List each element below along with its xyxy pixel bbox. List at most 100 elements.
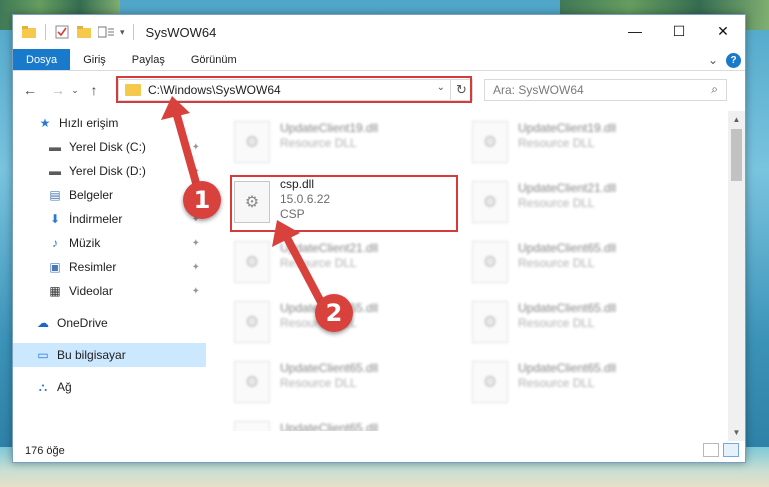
file-item[interactable]: ⚙ UpdateClient65.dllResource DLL: [466, 295, 686, 351]
dll-file-icon: ⚙: [472, 181, 508, 223]
ribbon-tabs: Dosya Giriş Paylaş Görünüm ⌄ ?: [13, 49, 745, 71]
sidebar-item-onedrive[interactable]: ☁ OneDrive: [13, 311, 206, 335]
file-name: UpdateClient65.dll: [518, 241, 617, 255]
sidebar-item-label: Hızlı erişim: [59, 116, 119, 130]
file-type: Resource DLL: [518, 316, 595, 330]
file-name: UpdateClient21.dll: [280, 241, 379, 255]
divider: [45, 24, 46, 40]
item-count: 176 öğe: [25, 445, 65, 457]
explorer-window: ▾ SysWOW64 — ☐ ✕ Dosya Giriş Paylaş Görü…: [12, 14, 746, 463]
dll-file-icon: ⚙: [234, 121, 270, 163]
sidebar-item-label: Videolar: [69, 284, 113, 298]
scroll-down-icon[interactable]: ▼: [728, 424, 745, 441]
address-row: ← → ⌄ ↑ C:\Windows\SysWOW64 ⌄ ↻ Ara: Sys…: [13, 71, 745, 109]
search-input[interactable]: Ara: SysWOW64 ⌕: [484, 79, 727, 101]
ribbon-right: ⌄ ?: [708, 51, 741, 69]
help-icon[interactable]: ?: [726, 52, 741, 68]
sidebar-item-pictures[interactable]: ▣ Resimler ✦: [13, 255, 206, 279]
view-switcher: [703, 443, 739, 457]
step-marker-2: 2: [315, 294, 353, 332]
file-item[interactable]: ⚙ UpdateClient19.dll Resource DLL: [466, 115, 686, 171]
close-button[interactable]: ✕: [701, 15, 745, 47]
file-type: Resource DLL: [518, 136, 595, 150]
file-item[interactable]: ⚙ UpdateClient65.dllResource DLL: [466, 235, 686, 291]
star-icon: ★: [39, 116, 51, 130]
step-marker-1: 1: [183, 181, 221, 219]
tab-home[interactable]: Giriş: [70, 49, 119, 70]
forward-button[interactable]: →: [47, 82, 69, 98]
divider: [132, 24, 134, 40]
file-type: Resource DLL: [518, 376, 595, 390]
chevron-down-icon[interactable]: ▾: [120, 27, 125, 38]
navigation-pane: ★ Hızlı erişim ▬ Yerel Disk (C:) ✦ ▬ Yer…: [13, 111, 206, 429]
pin-icon: ✦: [191, 285, 200, 297]
sidebar-item-downloads[interactable]: ⬇ İndirmeler ✦: [13, 207, 206, 231]
tab-file[interactable]: Dosya: [13, 49, 71, 70]
file-item[interactable]: ⚙ UpdateClient21.dll Resource DLL: [466, 175, 686, 231]
file-item[interactable]: ⚙ UpdateClient65.dll: [228, 415, 448, 431]
tiles-view-icon[interactable]: [723, 443, 739, 457]
sidebar-item-disk-c[interactable]: ▬ Yerel Disk (C:) ✦: [13, 135, 206, 159]
sidebar-item-music[interactable]: ♪ Müzik ✦: [13, 231, 206, 255]
back-button[interactable]: ←: [19, 82, 41, 98]
file-item[interactable]: ⚙ UpdateClient19.dll Resource DLL: [228, 115, 448, 171]
network-icon: ⛬: [38, 379, 48, 394]
minimize-button[interactable]: —: [613, 15, 657, 47]
file-item[interactable]: ⚙ UpdateClient65.dllResource DLL: [228, 355, 448, 411]
pictures-icon: ▣: [49, 260, 61, 274]
file-name: UpdateClient19.dll: [280, 121, 379, 135]
tab-share[interactable]: Paylaş: [119, 49, 178, 70]
quick-access-toolbar: ▾: [13, 24, 136, 40]
file-type: Resource DLL: [518, 196, 595, 210]
vertical-scrollbar[interactable]: ▲ ▼: [728, 111, 745, 441]
sidebar-item-label: Belgeler: [69, 188, 114, 202]
details-view-icon[interactable]: [703, 443, 719, 457]
new-folder-icon[interactable]: [76, 24, 92, 40]
documents-icon: ▤: [49, 188, 61, 202]
file-name: UpdateClient65.dll: [518, 361, 617, 375]
dll-file-icon: ⚙: [472, 241, 508, 283]
dll-file-icon: ⚙: [234, 241, 270, 283]
recent-locations-button[interactable]: ⌄: [69, 85, 81, 96]
tab-view[interactable]: Görünüm: [178, 49, 250, 70]
title-bar: ▾ SysWOW64 — ☐ ✕: [13, 15, 745, 49]
properties-icon[interactable]: [54, 24, 70, 40]
file-name: UpdateClient21.dll: [518, 181, 617, 195]
pin-icon: ✦: [191, 141, 200, 153]
file-name: UpdateClient19.dll: [518, 121, 617, 135]
maximize-button[interactable]: ☐: [657, 15, 701, 47]
videos-icon: ▦: [49, 284, 61, 298]
customize-toolbar-icon[interactable]: [98, 24, 114, 40]
scroll-up-icon[interactable]: ▲: [728, 111, 745, 128]
sidebar-item-disk-d[interactable]: ▬ Yerel Disk (D:) ✦: [13, 159, 206, 183]
dll-file-icon: ⚙: [472, 301, 508, 343]
sidebar-item-this-pc[interactable]: ▭ Bu bilgisayar: [13, 343, 206, 367]
file-item[interactable]: ⚙ UpdateClient21.dll Resource DLL: [228, 235, 448, 291]
file-item[interactable]: ⚙ UpdateClient65.dllResource DLL: [466, 355, 686, 411]
scroll-thumb[interactable]: [731, 129, 742, 181]
sidebar-item-network[interactable]: ⛬ Ağ: [13, 375, 206, 399]
folder-icon: [21, 24, 37, 40]
drive-icon: ▬: [49, 140, 61, 154]
file-name: UpdateClient65.dll: [280, 421, 379, 431]
dll-file-icon: ⚙: [234, 301, 270, 343]
file-name: UpdateClient65.dll: [518, 301, 617, 315]
sidebar-item-videos[interactable]: ▦ Videolar ✦: [13, 279, 206, 303]
dll-file-icon: ⚙: [234, 421, 270, 431]
downloads-icon: ⬇: [49, 212, 61, 226]
expand-ribbon-icon[interactable]: ⌄: [708, 53, 718, 67]
sidebar-item-quick-access[interactable]: ★ Hızlı erişim: [13, 111, 206, 135]
file-name: UpdateClient65.dll: [280, 361, 379, 375]
dll-file-icon: ⚙: [472, 361, 508, 403]
pin-icon: ✦: [191, 261, 200, 273]
up-button[interactable]: ↑: [83, 82, 105, 98]
sidebar-item-label: Ağ: [57, 380, 72, 394]
cloud-icon: ☁: [37, 316, 49, 330]
dll-file-icon: ⚙: [472, 121, 508, 163]
dll-file-icon: ⚙: [234, 361, 270, 403]
pin-icon: ✦: [191, 165, 200, 177]
sidebar-item-label: Yerel Disk (D:): [69, 164, 146, 178]
drive-icon: ▬: [49, 164, 61, 178]
search-icon[interactable]: ⌕: [711, 82, 718, 97]
sidebar-item-documents[interactable]: ▤ Belgeler ✦: [13, 183, 206, 207]
